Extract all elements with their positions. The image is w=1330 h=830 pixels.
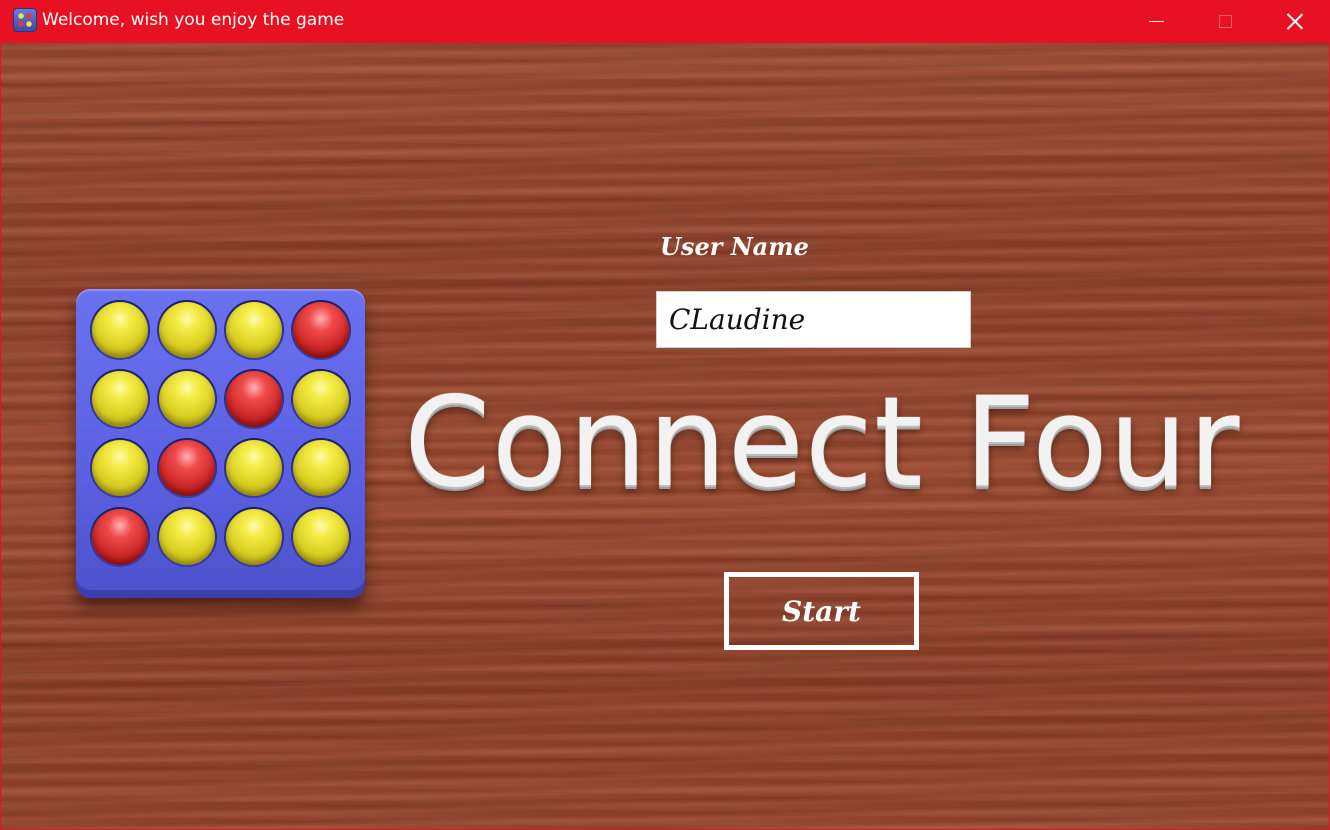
close-icon bbox=[1287, 13, 1303, 29]
yellow-disc bbox=[293, 509, 349, 565]
red-disc bbox=[226, 371, 282, 427]
board-hole bbox=[157, 438, 217, 498]
board-hole bbox=[157, 369, 217, 429]
user-name-label: User Name bbox=[660, 232, 809, 261]
user-name-input[interactable] bbox=[656, 291, 971, 348]
window-title: Welcome, wish you enjoy the game bbox=[42, 10, 345, 30]
yellow-disc bbox=[226, 509, 282, 565]
minimize-icon bbox=[1148, 20, 1164, 22]
yellow-disc bbox=[293, 371, 349, 427]
game-title: Connect Four bbox=[404, 371, 1241, 515]
connect-four-logo bbox=[76, 289, 365, 598]
maximize-icon bbox=[1218, 14, 1232, 28]
yellow-disc bbox=[159, 509, 215, 565]
yellow-disc bbox=[92, 302, 148, 358]
board-hole bbox=[90, 300, 150, 360]
board-hole bbox=[224, 507, 284, 567]
yellow-disc bbox=[159, 302, 215, 358]
board-hole bbox=[224, 300, 284, 360]
start-button[interactable]: Start bbox=[724, 572, 919, 650]
close-button[interactable] bbox=[1260, 0, 1330, 42]
start-label: Start bbox=[782, 594, 861, 628]
board-hole bbox=[291, 300, 351, 360]
yellow-disc bbox=[159, 371, 215, 427]
yellow-disc bbox=[226, 302, 282, 358]
yellow-disc bbox=[92, 371, 148, 427]
red-disc bbox=[92, 509, 148, 565]
title-bar: Welcome, wish you enjoy the game bbox=[0, 0, 1330, 42]
yellow-disc bbox=[226, 440, 282, 496]
red-disc bbox=[293, 302, 349, 358]
yellow-disc bbox=[92, 440, 148, 496]
yellow-disc bbox=[293, 440, 349, 496]
board-hole bbox=[90, 438, 150, 498]
board-hole bbox=[224, 369, 284, 429]
red-disc bbox=[159, 440, 215, 496]
app-icon bbox=[13, 8, 37, 32]
board-hole bbox=[157, 300, 217, 360]
board-hole bbox=[90, 507, 150, 567]
board-hole bbox=[291, 438, 351, 498]
maximize-button[interactable] bbox=[1190, 0, 1260, 42]
board-hole bbox=[224, 438, 284, 498]
board-hole bbox=[291, 507, 351, 567]
board-hole bbox=[157, 507, 217, 567]
minimize-button[interactable] bbox=[1121, 0, 1191, 42]
board-hole bbox=[291, 369, 351, 429]
board-hole bbox=[90, 369, 150, 429]
